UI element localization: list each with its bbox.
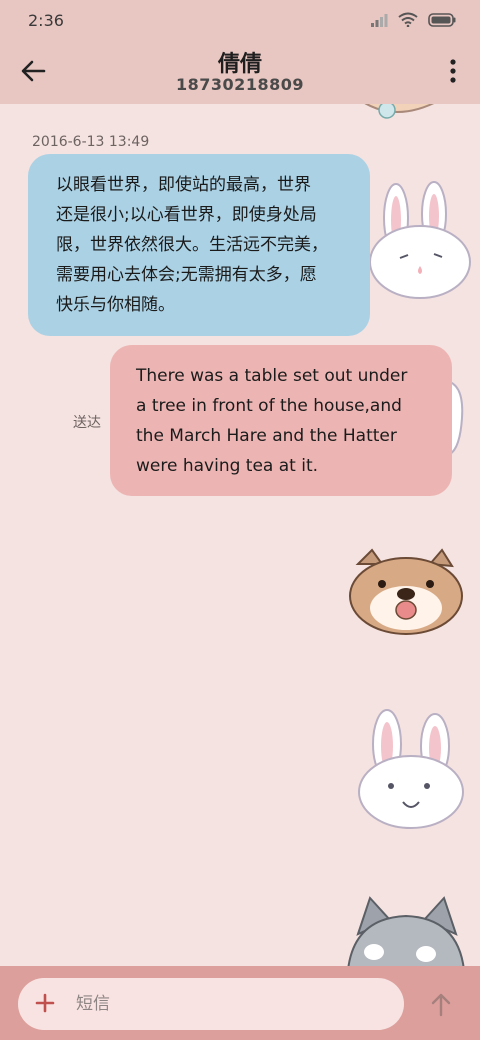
- message-line: 需要用心去体会;无需拥有太多，愿: [56, 265, 317, 285]
- contact-phone: 18730218809: [176, 75, 304, 94]
- outgoing-message-bubble[interactable]: There was a table set out under a tree i…: [110, 345, 452, 496]
- composer-input-container: [18, 978, 404, 1030]
- message-line: 快乐与你相随。: [56, 295, 175, 315]
- contact-name: 倩倩: [217, 52, 262, 77]
- message-line: 以眼看世界，即使站的最高，世界: [56, 175, 311, 195]
- incoming-message-bubble[interactable]: 以眼看世界，即使站的最高，世界 还是很小;以心看世界，即使身处局 限，世界依然很…: [28, 154, 370, 336]
- status-bar: 2:36: [0, 0, 480, 42]
- conversation-header: 倩倩 18730218809: [0, 42, 480, 104]
- sticker-shiba: [349, 548, 463, 635]
- status-time: 2:36: [28, 11, 64, 30]
- message-input[interactable]: [76, 978, 386, 1030]
- delivery-status: 送达: [73, 415, 101, 431]
- more-icon[interactable]: [446, 56, 460, 86]
- send-arrow-icon[interactable]: [428, 992, 454, 1018]
- message-line: were having tea at it.: [136, 456, 319, 476]
- signal-icon: [371, 13, 388, 27]
- sticker-bunny-2: [358, 709, 464, 829]
- status-icons: [370, 12, 456, 27]
- message-line: 限，世界依然很大。生活远不完美，: [56, 235, 328, 255]
- battery-icon: [428, 12, 456, 27]
- plus-icon[interactable]: [34, 992, 56, 1014]
- composer-bar: [0, 966, 480, 1040]
- sticker-bunny-1: [369, 181, 471, 299]
- message-line: 还是很小;以心看世界，即使身处局: [56, 205, 317, 225]
- message-line: There was a table set out under: [136, 366, 408, 386]
- message-timestamp: 2016-6-13 13:49: [32, 134, 150, 150]
- message-line: a tree in front of the house,and: [136, 396, 402, 416]
- wifi-icon: [398, 12, 418, 27]
- message-line: the March Hare and the Hatter: [136, 426, 397, 446]
- sticker-husky: [346, 896, 466, 970]
